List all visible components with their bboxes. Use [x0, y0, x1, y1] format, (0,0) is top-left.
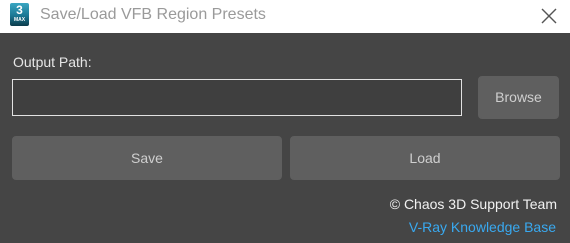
window-title: Save/Load VFB Region Presets	[40, 6, 266, 23]
title-bar: 3 MAX Save/Load VFB Region Presets	[0, 0, 570, 33]
close-icon	[541, 8, 557, 24]
app-icon-caption: MAX	[13, 17, 26, 23]
browse-button[interactable]: Browse	[478, 76, 559, 119]
output-path-input[interactable]	[12, 79, 462, 116]
load-button[interactable]: Load	[290, 136, 560, 180]
close-button[interactable]	[538, 5, 560, 27]
output-path-label: Output Path:	[13, 54, 92, 70]
app-icon-number: 3	[16, 3, 23, 17]
credit-text: © Chaos 3D Support Team	[389, 196, 557, 212]
save-button[interactable]: Save	[12, 136, 282, 180]
knowledge-base-link[interactable]: V-Ray Knowledge Base	[409, 219, 556, 235]
3dsmax-app-icon: 3 MAX	[10, 3, 29, 26]
